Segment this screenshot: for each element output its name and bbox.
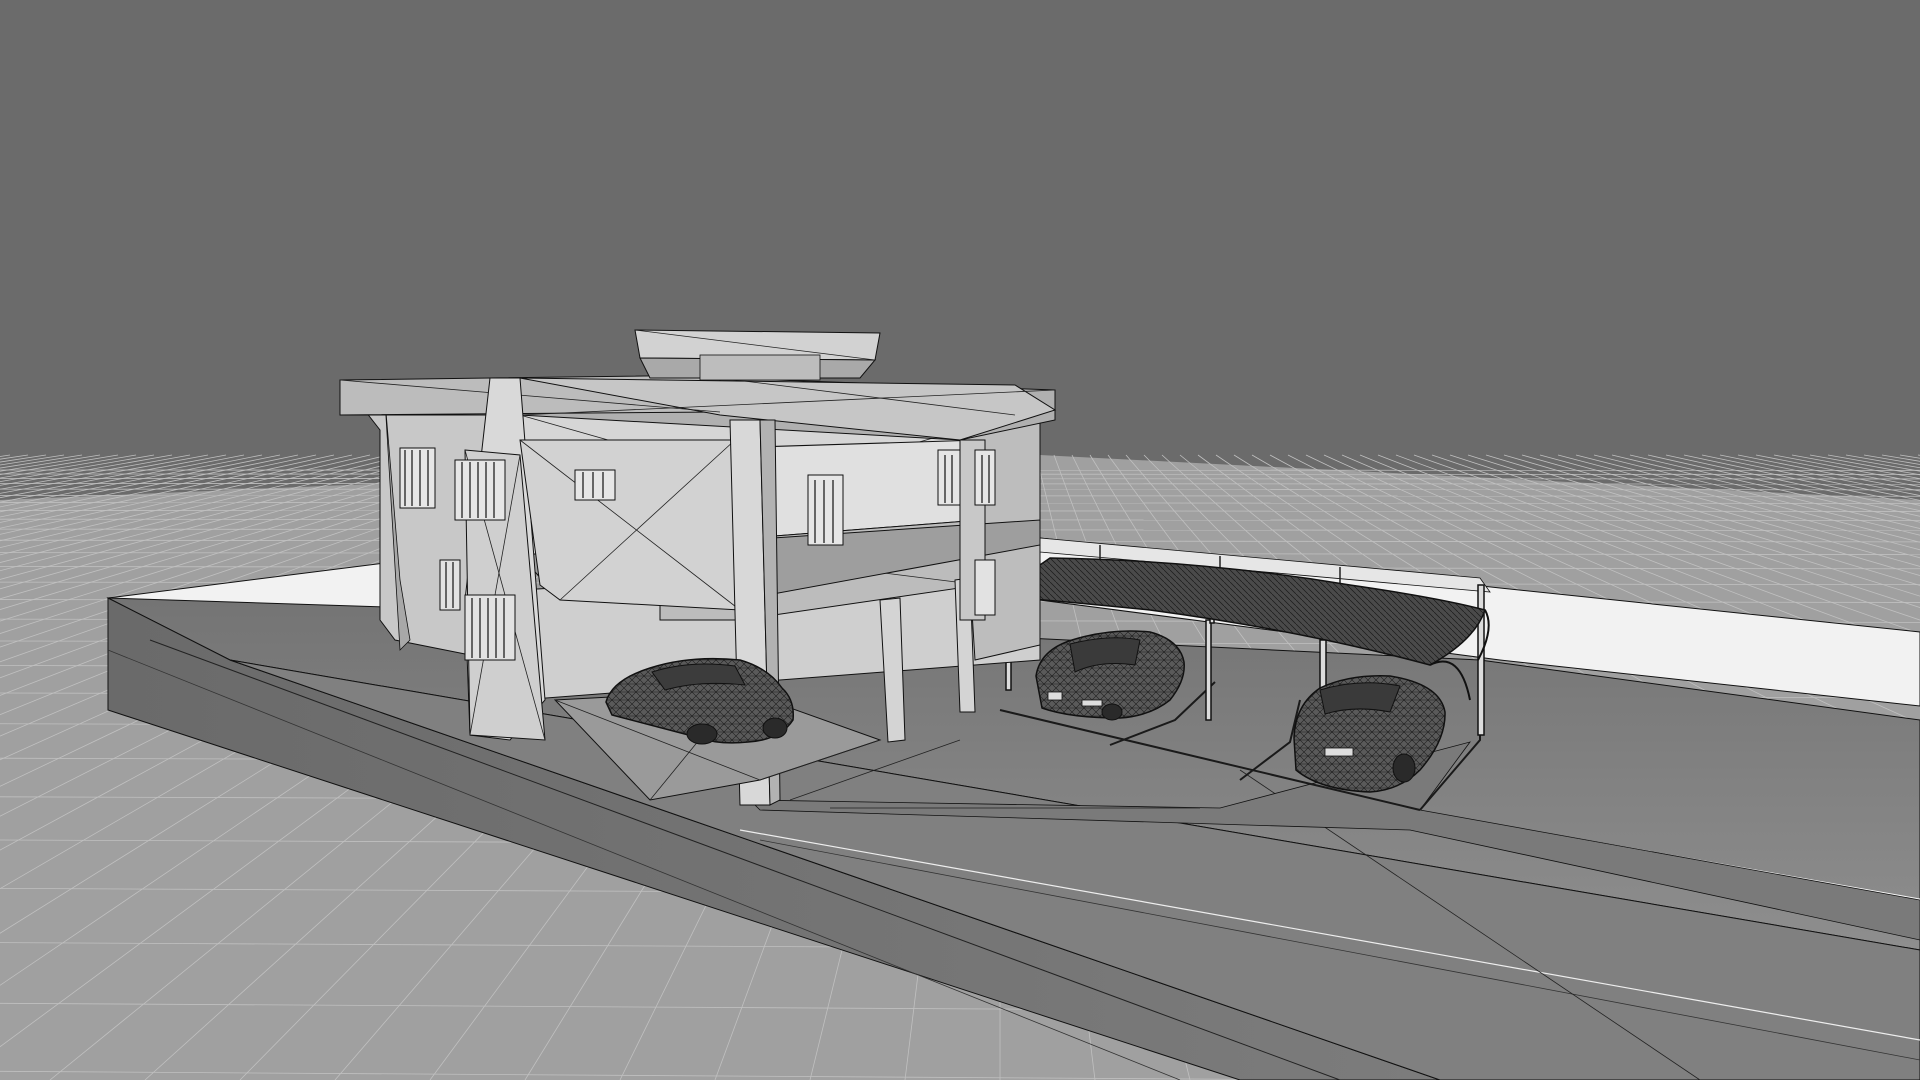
viewport-canvas[interactable] bbox=[0, 0, 1920, 1080]
3d-viewport[interactable] bbox=[0, 0, 1920, 1080]
